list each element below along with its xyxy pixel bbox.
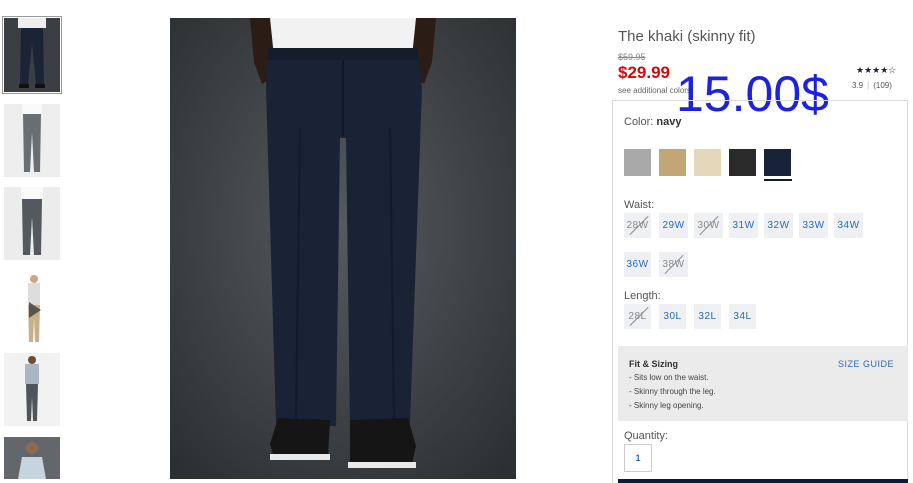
length-size-28l[interactable]: 28L bbox=[624, 304, 651, 329]
thumbnail-grey-front[interactable] bbox=[4, 187, 60, 260]
fit-note: - Sits low on the waist. bbox=[629, 373, 709, 382]
rating-value: 3.9 bbox=[852, 81, 864, 90]
waist-size-34w[interactable]: 34W bbox=[834, 213, 863, 238]
thumbnail-full-body-grey[interactable] bbox=[4, 353, 60, 426]
navy-pants-photo bbox=[170, 18, 516, 479]
rating-stars-icon[interactable]: ★★★★☆ bbox=[856, 65, 896, 76]
waist-size-33w[interactable]: 33W bbox=[799, 213, 828, 238]
product-page: The khaki (skinny fit) $59.95 $29.99 see… bbox=[0, 0, 913, 483]
add-to-bag-button[interactable] bbox=[618, 479, 908, 483]
fit-sizing-box: Fit & Sizing SIZE GUIDE - Sits low on th… bbox=[618, 346, 908, 421]
color-swatch-black[interactable] bbox=[729, 149, 756, 176]
waist-size-38w[interactable]: 38W bbox=[659, 252, 688, 277]
color-swatch-grey[interactable] bbox=[624, 149, 651, 176]
length-size-32l[interactable]: 32L bbox=[694, 304, 721, 329]
size-guide-link[interactable]: SIZE GUIDE bbox=[838, 359, 894, 369]
sale-price: $29.99 bbox=[618, 63, 670, 82]
fit-note: - Skinny through the leg. bbox=[629, 387, 716, 396]
waist-size-36w[interactable]: 36W bbox=[624, 252, 651, 277]
length-size-30l[interactable]: 30L bbox=[659, 304, 686, 329]
panel-divider bbox=[613, 100, 907, 101]
waist-size-29w[interactable]: 29W bbox=[659, 213, 688, 238]
original-price: $59.95 bbox=[618, 52, 646, 62]
color-swatch-khaki[interactable] bbox=[659, 149, 686, 176]
review-count: (109) bbox=[873, 81, 892, 90]
product-title: The khaki (skinny fit) bbox=[618, 28, 756, 45]
length-label: Length: bbox=[624, 290, 661, 302]
fit-sizing-title: Fit & Sizing bbox=[629, 359, 678, 369]
waist-size-32w[interactable]: 32W bbox=[764, 213, 793, 238]
selected-swatch-indicator bbox=[764, 179, 792, 181]
selected-color: navy bbox=[656, 116, 682, 128]
thumbnail-front-navy[interactable] bbox=[2, 16, 62, 94]
product-options-panel: Color: navy Waist: 28W 29W 30W 31W 32W 33W 34W… bbox=[612, 100, 908, 483]
thumbnail-grey-side[interactable] bbox=[4, 104, 60, 177]
quantity-label: Quantity: bbox=[624, 430, 669, 442]
product-main-image[interactable] bbox=[170, 18, 516, 479]
thumbnail-video-khaki[interactable] bbox=[4, 272, 60, 348]
quantity-input[interactable]: 1 bbox=[624, 444, 652, 472]
color-label: Color: navy bbox=[624, 116, 681, 128]
color-swatch-navy[interactable] bbox=[764, 149, 791, 176]
color-swatch-stone[interactable] bbox=[694, 149, 721, 176]
waist-size-30w[interactable]: 30W bbox=[694, 213, 723, 238]
waist-size-28w[interactable]: 28W bbox=[624, 213, 651, 238]
fit-note: - Skinny leg opening. bbox=[629, 401, 704, 410]
rating-summary[interactable]: 3.9 | (109) bbox=[852, 81, 892, 90]
thumbnail-top-shirt[interactable] bbox=[4, 437, 60, 479]
color-label-text: Color: bbox=[624, 116, 654, 128]
waist-label: Waist: bbox=[624, 199, 655, 211]
waist-size-31w[interactable]: 31W bbox=[729, 213, 758, 238]
length-size-34l[interactable]: 34L bbox=[729, 304, 756, 329]
